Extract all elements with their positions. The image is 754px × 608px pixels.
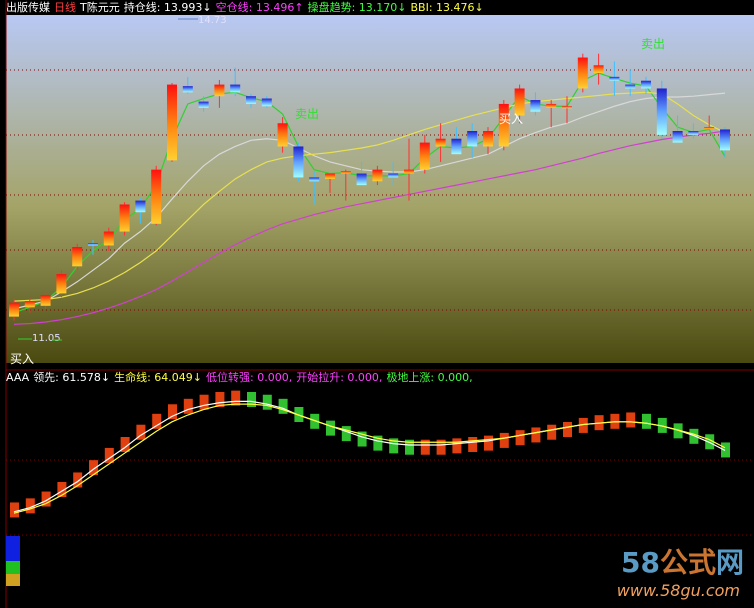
candle-body <box>56 274 67 294</box>
indicator-bar <box>531 427 541 443</box>
candle-body <box>230 84 241 93</box>
indicator-bar <box>468 437 478 452</box>
candle-body <box>103 231 114 246</box>
candle-body <box>435 138 446 147</box>
indicator-bar <box>721 442 730 458</box>
candle-body <box>293 146 304 178</box>
candle-body <box>119 204 130 232</box>
candle-body <box>167 84 177 161</box>
indicator-name-aaa: AAA <box>6 371 30 384</box>
candle-body <box>562 106 572 109</box>
low-price-label: 11.05 <box>32 333 61 344</box>
indicator-bar <box>152 413 162 429</box>
indicator-bar <box>563 422 572 437</box>
buy-signal-label-2: 买入 <box>499 112 523 126</box>
candle-body <box>356 173 367 186</box>
indicator-bar <box>278 398 288 414</box>
watermark-url: www.58gu.com <box>616 581 740 600</box>
indicator-bar <box>199 394 209 410</box>
candle-body <box>404 169 414 174</box>
candle-body <box>419 142 430 170</box>
indicator-bar <box>642 413 651 429</box>
header-item-1: 生命线: 64.049↓ <box>114 371 203 384</box>
candle-body <box>483 131 493 147</box>
watermark-gongshi: 公式 <box>659 546 716 579</box>
high-price-label: 14.73 <box>198 15 227 26</box>
indicator-bar <box>484 435 493 451</box>
watermark-58: 58 <box>621 546 660 579</box>
sell-signal-label: 卖出 <box>295 107 319 121</box>
indicator-bar <box>626 412 636 428</box>
indicator-bar <box>326 420 335 436</box>
header-item-3: 开始拉升: 0.000, <box>296 371 383 384</box>
header-item-0: 持仓线: 13.993↓ <box>123 1 212 14</box>
header-item-4: 极地上涨: 0.000, <box>386 371 473 384</box>
candle-body <box>641 80 651 89</box>
candle-body <box>277 123 288 147</box>
period-label: 日线 <box>54 1 76 14</box>
candle-body <box>9 302 19 317</box>
watermark-wang: 网 <box>715 546 744 579</box>
indicator-gridlines <box>6 459 754 536</box>
candle-body <box>625 84 636 89</box>
stock-chart: 14.73 11.05 买入 买入 卖出 卖出 <box>5 0 754 608</box>
indicator-bar <box>341 426 351 442</box>
indicator-bar <box>515 430 525 446</box>
indicator-legend-swatches <box>6 536 20 586</box>
candle-body <box>656 88 667 135</box>
candle-body <box>40 294 51 306</box>
price-panel-bg <box>6 15 754 363</box>
candle-body <box>577 57 588 89</box>
candle-body <box>340 171 351 174</box>
buy-signal-label: 买入 <box>10 352 34 366</box>
candle-body <box>261 98 272 107</box>
candle-body <box>198 101 209 108</box>
candle-body <box>451 138 462 155</box>
candle-body <box>214 84 225 97</box>
sell-signal-label-2: 卖出 <box>641 37 665 51</box>
candle-body <box>135 200 146 213</box>
candle-body <box>325 173 335 179</box>
price-header-items: 持仓线: 13.993↓ 空仓线: 13.496↑ 操盘趋势: 13.170↓ BBI… <box>124 1 488 14</box>
candle-body <box>246 96 256 104</box>
header-item-1: 空仓线: 13.496↑ <box>215 1 304 14</box>
candle-body <box>372 169 383 182</box>
candle-body <box>720 129 730 151</box>
indicator-panel <box>10 390 730 518</box>
candle-body <box>467 131 478 147</box>
candle-body <box>388 173 399 178</box>
candle-body <box>309 177 320 182</box>
candle-body <box>24 301 35 308</box>
indicator-bar <box>547 424 557 440</box>
indicator-header: AAA 领先: 61.578↓ 生命线: 64.049↓ 低位转强: 0.000, 开始… <box>6 371 481 384</box>
indicator-bar <box>262 394 272 410</box>
header-item-3: BBI: 13.476↓ <box>410 1 484 14</box>
price-header: 出版传媒 日线 T陈元元 持仓线: 13.993↓ 空仓线: 13.496↑ 操盘趋势: … <box>6 1 492 14</box>
indicator-bar <box>231 390 241 406</box>
candle-body <box>609 76 620 81</box>
indicator-bar <box>452 438 462 454</box>
candle-body <box>593 65 604 73</box>
candle-body <box>182 86 193 93</box>
indicator-header-items: 领先: 61.578↓ 生命线: 64.049↓ 低位转强: 0.000, 开始拉升:… <box>33 371 476 384</box>
stock-name: 出版传媒 <box>6 1 50 14</box>
candle-body <box>88 243 98 246</box>
indicator-bar <box>183 398 193 414</box>
header-item-2: 低位转强: 0.000, <box>206 371 293 384</box>
indicator-bar <box>168 404 177 420</box>
candle-body <box>546 103 557 108</box>
indicator-bar <box>10 502 19 518</box>
header-item-2: 操盘趋势: 13.170↓ <box>307 1 407 14</box>
candle-body <box>688 131 699 135</box>
candle-body <box>151 169 162 224</box>
header-item-0: 领先: 61.578↓ <box>33 371 111 384</box>
candle-body <box>704 127 715 130</box>
candle-body <box>672 131 683 143</box>
candle-body <box>72 247 83 267</box>
candle-body <box>530 100 541 112</box>
indicator-name: T陈元元 <box>80 1 120 14</box>
indicator-bar <box>499 432 509 448</box>
watermark: 58公式网 www.58gu.com <box>617 541 744 600</box>
